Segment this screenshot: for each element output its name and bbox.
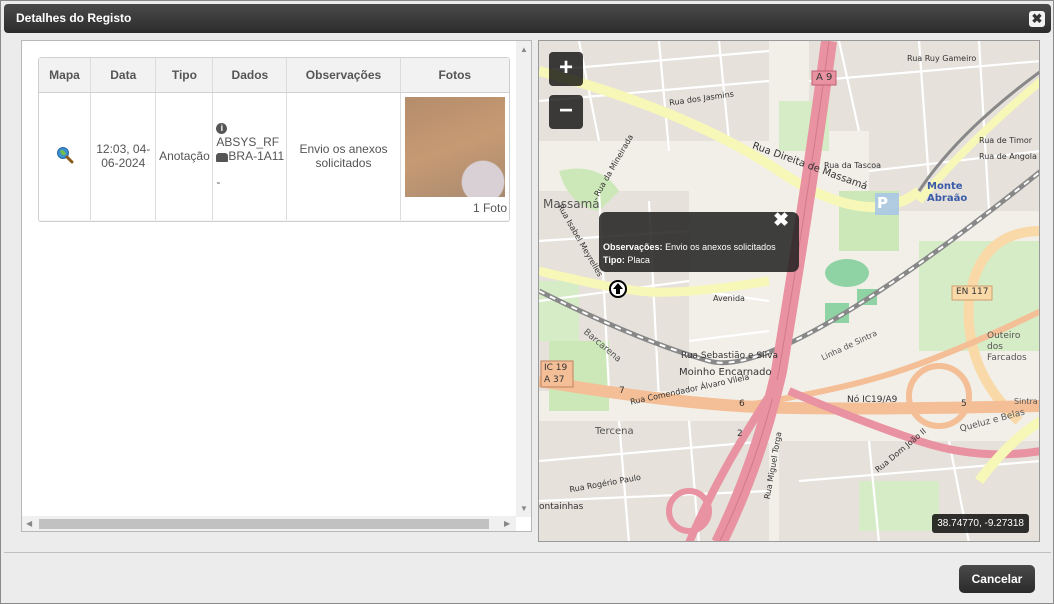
observacoes-cell: Envio os anexos solicitados [286, 92, 401, 220]
vertical-scrollbar[interactable]: ▲ ▼ [516, 41, 531, 517]
table-row: 12:03, 04-06-2024 Anotação i ABSYS_RF BR… [39, 92, 509, 220]
registo-details-dialog: Detalhes do Registo ✖ Mapa Data Tipo Dad… [0, 0, 1054, 604]
table-header-row: Mapa Data Tipo Dados Observações Fotos [39, 58, 509, 93]
map-label-massama: Massamá [543, 197, 600, 211]
map-label-a9: A 9 [816, 72, 833, 83]
dados-line3: - [216, 175, 221, 190]
records-panel: Mapa Data Tipo Dados Observações Fotos 1… [21, 40, 532, 532]
footer-divider [4, 552, 1051, 553]
search-map-icon[interactable] [56, 146, 74, 164]
dados-line2: BRA-1A11 [228, 149, 285, 164]
parking-icon: P [877, 194, 888, 212]
map-label-ic19: IC 19 [544, 363, 568, 373]
column-header-observacoes[interactable]: Observações [286, 58, 401, 93]
map-label-rua-da-tascoa: Rua da Tascoa [824, 161, 882, 170]
map-label-num-6: 6 [739, 399, 745, 409]
car-icon [216, 152, 229, 162]
map-label-no-ic19: Nó IC19/A9 [847, 395, 898, 405]
tipo-cell: Anotação [155, 92, 214, 220]
close-icon[interactable]: ✖ [1029, 11, 1045, 27]
horizontal-scrollbar[interactable]: ◀ ▶ [22, 516, 516, 531]
map-popup: ✖ Observações: Envio os anexos solicitad… [599, 211, 799, 272]
zoom-in-button[interactable]: + [549, 52, 583, 86]
map-cell [39, 92, 92, 220]
photo-thumbnail[interactable] [404, 97, 505, 198]
popup-close-icon[interactable]: ✖ [773, 211, 789, 230]
map-view[interactable]: A 9 Rua Ruy Gameiro Rua dos Jasmins Rua … [538, 40, 1040, 542]
popup-obs-value: Envio os anexos solicitados [665, 242, 776, 252]
dados-line1: ABSYS_RF [216, 135, 280, 150]
map-label-rua-ruy-gameiro: Rua Ruy Gameiro [907, 54, 977, 63]
scroll-down-icon[interactable]: ▼ [520, 504, 528, 513]
map-label-monte-abraao: Monte Abraão [927, 181, 968, 204]
map-label-rua-de-timor: Rua de Timor [979, 136, 1033, 145]
dialog-title: Detalhes do Registo [16, 11, 132, 25]
map-label-rua-sebastiao: Rua Sebastião e Silva [681, 351, 778, 361]
scroll-right-icon[interactable]: ▶ [504, 519, 510, 528]
column-header-tipo[interactable]: Tipo [155, 58, 214, 93]
cancel-button[interactable]: Cancelar [959, 565, 1035, 593]
map-label-fontainhas: ontainhas [539, 502, 584, 512]
column-header-data[interactable]: Data [90, 58, 157, 93]
foto-count[interactable]: 1 Foto [403, 201, 507, 215]
popup-obs-label: Observações: [603, 242, 663, 252]
map-label-avenida: Avenida [713, 294, 745, 303]
zoom-out-button[interactable]: − [549, 95, 583, 129]
fotos-cell: 1 Foto [400, 92, 509, 220]
records-table: Mapa Data Tipo Dados Observações Fotos 1… [38, 57, 510, 222]
map-label-outeiro: Outeiro dos Farcados [987, 331, 1027, 363]
scroll-up-icon[interactable]: ▲ [520, 45, 528, 54]
column-header-fotos[interactable]: Fotos [400, 58, 509, 93]
map-label-sintra: Sintra [1014, 397, 1038, 406]
scroll-left-icon[interactable]: ◀ [26, 519, 32, 528]
map-label-num-7: 7 [619, 386, 625, 396]
popup-tipo-value: Placa [627, 255, 650, 265]
column-header-mapa[interactable]: Mapa [39, 58, 92, 93]
map-label-en117: EN 117 [956, 287, 989, 297]
popup-tipo-label: Tipo: [603, 255, 625, 265]
map-label-rua-de-angola: Rua de Angola [979, 152, 1037, 161]
column-header-dados[interactable]: Dados [212, 58, 288, 93]
map-label-num-2: 2 [737, 429, 743, 439]
dialog-titlebar: Detalhes do Registo ✖ [4, 4, 1051, 33]
map-label-a37: A 37 [544, 375, 565, 385]
map-label-num-5: 5 [961, 399, 967, 409]
coordinates-readout: 38.74770, -9.27318 [932, 514, 1029, 533]
dados-cell: i ABSYS_RF BRA-1A11 - [212, 92, 288, 220]
map-label-tercena: Tercena [595, 426, 634, 437]
scroll-thumb[interactable] [39, 519, 489, 529]
info-icon[interactable]: i [216, 123, 228, 135]
data-cell: 12:03, 04-06-2024 [90, 92, 157, 220]
